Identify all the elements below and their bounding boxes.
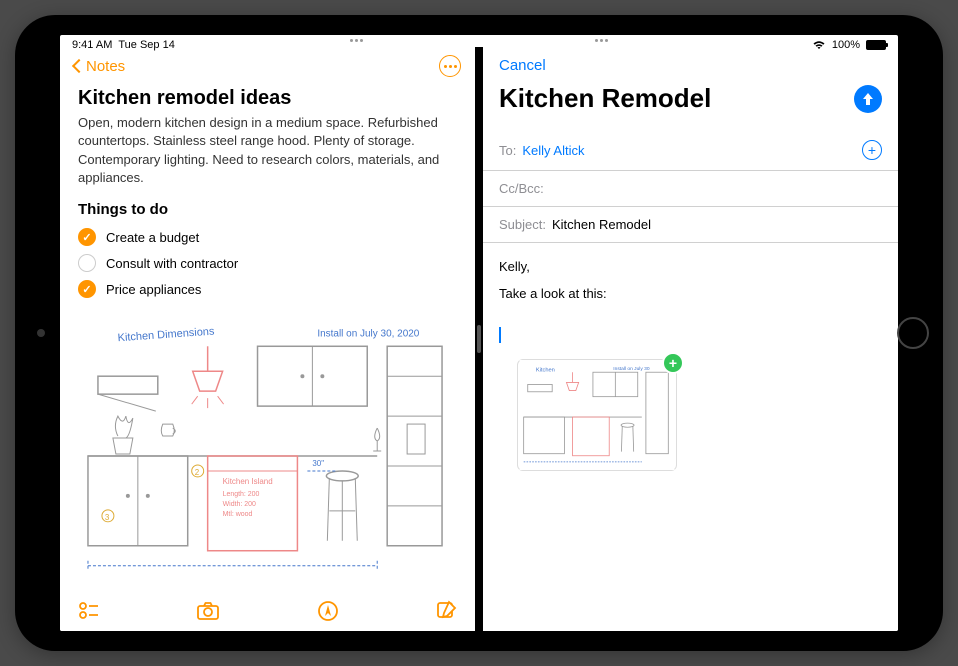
arrow-up-icon: [861, 92, 875, 106]
kitchen-sketch-thumbnail-icon: Kitchen Install on July 30: [518, 360, 676, 470]
todo-label: Consult with contractor: [106, 256, 238, 271]
note-body: Open, modern kitchen design in a medium …: [78, 114, 457, 187]
back-label: Notes: [86, 58, 125, 75]
markup-icon[interactable]: [317, 600, 339, 622]
add-attachment-badge-icon: [662, 352, 684, 374]
cancel-button[interactable]: Cancel: [499, 57, 546, 74]
camera-icon: [37, 329, 45, 337]
ipad-device-frame: 9:41 AM Tue Sep 14 100% Not: [15, 15, 943, 651]
svg-text:Install on July 30: Install on July 30: [613, 366, 650, 372]
split-view: Notes Kitchen remodel ideas Open, modern…: [60, 47, 898, 631]
svg-text:30": 30": [312, 459, 324, 468]
wifi-icon: [812, 40, 826, 50]
svg-text:Kitchen: Kitchen: [536, 367, 555, 373]
multitask-dots-right-icon[interactable]: [595, 39, 608, 42]
status-time: 9:41 AM: [72, 39, 112, 51]
todo-label: Create a budget: [106, 230, 199, 245]
cc-label: Cc/Bcc:: [499, 181, 544, 196]
to-label: To:: [499, 143, 516, 158]
divider-handle-icon: [477, 325, 481, 353]
to-field[interactable]: To: Kelly Altick +: [483, 130, 898, 171]
compose-icon[interactable]: [435, 600, 457, 622]
todo-item: Consult with contractor: [78, 250, 457, 276]
text-cursor-icon: [499, 327, 501, 343]
cc-bcc-field[interactable]: Cc/Bcc:: [483, 171, 898, 207]
back-button[interactable]: Notes: [74, 58, 125, 75]
screen: 9:41 AM Tue Sep 14 100% Not: [60, 35, 898, 631]
notes-pane: Notes Kitchen remodel ideas Open, modern…: [60, 47, 475, 631]
todo-label: Price appliances: [106, 282, 201, 297]
svg-text:Mtl: wood: Mtl: wood: [223, 511, 253, 518]
checkbox-icon[interactable]: [78, 280, 96, 298]
mail-fields: To: Kelly Altick + Cc/Bcc: Subject: Kitc…: [483, 130, 898, 243]
note-title: Kitchen remodel ideas: [78, 87, 457, 110]
checkbox-icon[interactable]: [78, 228, 96, 246]
svg-text:2: 2: [195, 468, 200, 477]
todo-heading: Things to do: [78, 201, 457, 218]
mail-body-line: Take a look at this:: [499, 284, 882, 305]
mail-body[interactable]: Kelly, Take a look at this: Kitchen Inst…: [483, 243, 898, 485]
mail-pane: Cancel Kitchen Remodel To: Kelly Altick …: [483, 47, 898, 631]
svg-text:Length: 200: Length: 200: [223, 491, 260, 498]
svg-text:Kitchen Island: Kitchen Island: [223, 477, 273, 486]
camera-icon[interactable]: [196, 601, 220, 621]
svg-text:3: 3: [105, 513, 110, 522]
status-bar: 9:41 AM Tue Sep 14 100%: [60, 35, 898, 47]
chevron-left-icon: [72, 59, 86, 73]
multitask-dots-left-icon[interactable]: [350, 39, 363, 42]
todo-item: Price appliances: [78, 276, 457, 302]
to-value: Kelly Altick: [522, 143, 584, 158]
svg-text:Install on July 30, 2020: Install on July 30, 2020: [317, 328, 419, 339]
attachment-preview[interactable]: Kitchen Install on July 30: [517, 359, 677, 471]
battery-percent: 100%: [832, 39, 860, 51]
send-button[interactable]: [854, 85, 882, 113]
mail-body-line: Kelly,: [499, 257, 882, 278]
kitchen-sketch-icon: Kitchen Dimensions Install on July 30, 2…: [78, 316, 457, 586]
compose-title: Kitchen Remodel: [499, 83, 711, 114]
home-button[interactable]: [897, 317, 929, 349]
note-content[interactable]: Kitchen remodel ideas Open, modern kitch…: [60, 85, 475, 591]
todo-item: Create a budget: [78, 224, 457, 250]
status-date: Tue Sep 14: [118, 39, 174, 51]
subject-value: Kitchen Remodel: [552, 217, 651, 232]
subject-field[interactable]: Subject: Kitchen Remodel: [483, 207, 898, 243]
checkbox-icon[interactable]: [78, 254, 96, 272]
more-actions-button[interactable]: [439, 55, 461, 77]
todo-list: Create a budget Consult with contractor …: [78, 224, 457, 302]
add-contact-button[interactable]: +: [862, 140, 882, 160]
svg-text:Width: 200: Width: 200: [223, 501, 256, 508]
battery-icon: [866, 40, 886, 50]
subject-label: Subject:: [499, 217, 546, 232]
sketch-attachment[interactable]: Kitchen Dimensions Install on July 30, 2…: [78, 316, 457, 591]
checklist-icon[interactable]: [78, 600, 100, 622]
notes-toolbar: [60, 591, 475, 631]
split-divider[interactable]: [475, 47, 483, 631]
